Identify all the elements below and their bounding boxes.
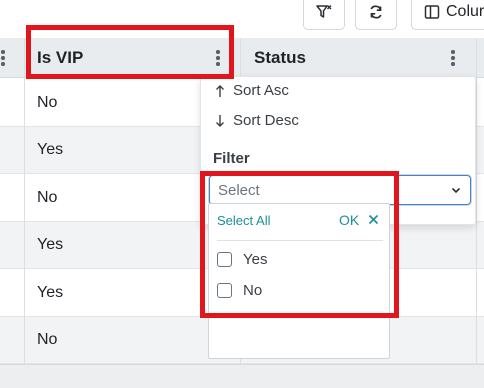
sort-desc-label: Sort Desc (233, 112, 299, 129)
clear-filter-icon (316, 5, 332, 18)
data-grid-view: Colur Is VIP Status No Yes No Yes Yes No… (0, 0, 484, 388)
columns-icon (424, 5, 440, 19)
checkbox[interactable] (217, 252, 232, 267)
filter-option-label: No (243, 282, 263, 299)
column-header-is-vip[interactable]: Is VIP (37, 38, 83, 78)
columns-button-label: Colur (446, 3, 484, 20)
is-vip-cell: Yes (37, 283, 64, 301)
arrow-up-icon (216, 84, 224, 97)
clear-filter-button[interactable] (303, 0, 345, 30)
sort-asc-label: Sort Asc (233, 82, 289, 99)
checkbox[interactable] (217, 283, 232, 298)
column-divider (24, 78, 25, 364)
column-divider (476, 78, 477, 364)
grid-footer (0, 364, 484, 388)
filter-heading: Filter (213, 150, 250, 167)
column-divider (240, 38, 241, 78)
grid-header: Is VIP Status (0, 38, 484, 78)
arrow-down-icon (216, 114, 224, 127)
filter-dropdown: Select All OK Yes No (208, 203, 390, 359)
filter-option-yes[interactable]: Yes (217, 251, 267, 268)
column-divider (24, 38, 25, 78)
chevron-down-icon (451, 187, 461, 194)
filter-select-placeholder: Select (218, 181, 260, 199)
close-icon[interactable] (368, 214, 379, 225)
refresh-button[interactable] (355, 0, 397, 30)
is-vip-cell: Yes (37, 141, 64, 158)
column-header-status[interactable]: Status (254, 38, 306, 78)
is-vip-cell: No (37, 93, 58, 111)
refresh-icon (370, 5, 382, 19)
select-all-link[interactable]: Select All (217, 213, 270, 228)
sort-desc-menu-item[interactable]: Sort Desc (215, 112, 299, 129)
sort-asc-menu-item[interactable]: Sort Asc (215, 82, 289, 99)
columns-button[interactable]: Colur (411, 0, 484, 30)
prev-column-menu-icon[interactable] (0, 50, 6, 66)
is-vip-column-menu-icon[interactable] (215, 50, 221, 66)
column-title-is-vip: Is VIP (37, 48, 84, 67)
divider (217, 240, 383, 241)
filter-select[interactable]: Select (209, 175, 471, 205)
filter-option-no[interactable]: No (217, 282, 262, 299)
is-vip-cell: Yes (37, 236, 64, 253)
is-vip-cell: No (37, 331, 58, 348)
status-column-menu-icon[interactable] (450, 50, 456, 66)
ok-button[interactable]: OK (339, 212, 359, 228)
filter-option-label: Yes (243, 251, 268, 268)
column-title-status: Status (254, 48, 306, 67)
is-vip-cell: No (37, 188, 58, 206)
column-divider (476, 38, 477, 78)
